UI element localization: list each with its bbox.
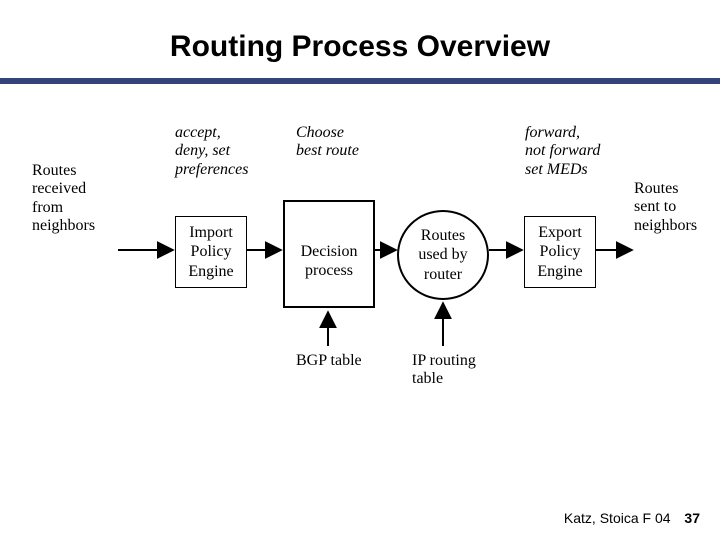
footer-page: 37 (684, 510, 700, 526)
label-routes-in: Routesreceivedfromneighbors (32, 162, 122, 236)
label-routes-out: Routessent toneighbors (634, 180, 714, 235)
label-bgp-table: BGP table (296, 352, 386, 370)
label-ip-table: IP routingtable (412, 352, 502, 389)
footer-credit: Katz, Stoica F 04 (564, 510, 671, 526)
title-divider (0, 78, 720, 84)
page-title: Routing Process Overview (0, 30, 720, 64)
label-choose: Choosebest route (296, 124, 396, 161)
label-forward: forward,not forwardset MEDs (525, 124, 635, 179)
label-accept: accept,deny, setpreferences (175, 124, 275, 179)
node-import-engine: ImportPolicyEngine (175, 216, 247, 288)
node-export-engine: ExportPolicyEngine (524, 216, 596, 288)
node-decision: Decisionprocess (291, 232, 367, 290)
node-routes-used: Routesused byrouter (397, 210, 489, 300)
footer: Katz, Stoica F 04 37 (564, 510, 700, 526)
